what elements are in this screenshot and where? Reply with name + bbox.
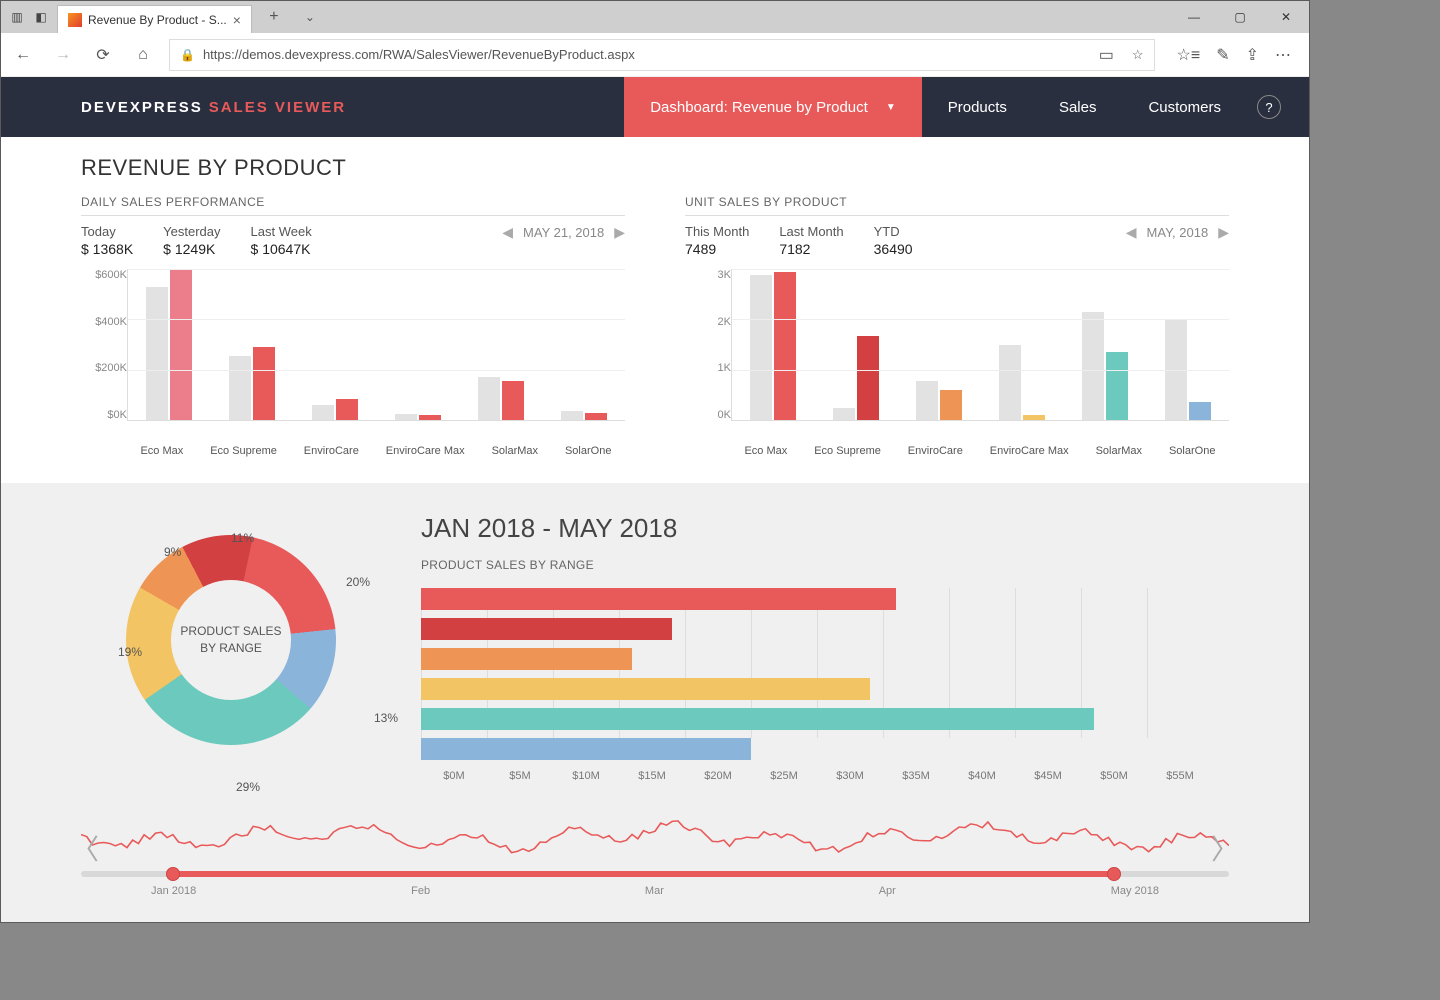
logo: DEVEXPRESS SALES VIEWER — [1, 77, 346, 137]
stat-tm-val: 7489 — [685, 241, 749, 257]
reading-mode-icon[interactable]: ▭ — [1099, 45, 1114, 65]
stat-yest-lbl: Yesterday — [163, 224, 220, 239]
units-date: MAY, 2018 — [1147, 225, 1209, 240]
tab-sidebar-icon[interactable]: ◧ — [33, 9, 49, 25]
tabs-dropdown-icon[interactable]: ⌄ — [296, 10, 324, 24]
menu-dashboard[interactable]: Dashboard: Revenue by Product ▼ — [624, 77, 922, 137]
help-button[interactable]: ? — [1257, 95, 1281, 119]
stat-lw-val: $ 10647K — [251, 241, 312, 257]
units-prev-arrow[interactable]: ◀ — [1126, 224, 1137, 241]
range-handle-start[interactable] — [166, 867, 180, 881]
more-icon[interactable]: ⋯ — [1275, 45, 1291, 65]
menu-dashboard-label: Dashboard: Revenue by Product — [650, 99, 868, 116]
new-tab-button[interactable]: + — [260, 8, 288, 26]
range-selector[interactable]: 〈 〉 Jan 2018FebMarAprMay 2018 — [81, 812, 1229, 902]
units-next-arrow[interactable]: ▶ — [1218, 224, 1229, 241]
refresh-button[interactable]: ⟳ — [89, 41, 117, 69]
notes-icon[interactable]: ✎ — [1216, 45, 1229, 65]
stat-ytd-val: 36490 — [874, 241, 913, 257]
menu-products[interactable]: Products — [922, 77, 1033, 137]
range-subtitle: PRODUCT SALES BY RANGE — [421, 558, 1229, 572]
units-title: UNIT SALES BY PRODUCT — [685, 195, 1229, 209]
stat-lm-val: 7182 — [779, 241, 843, 257]
donut-lbl1: PRODUCT SALES — [180, 623, 281, 640]
daily-date: MAY 21, 2018 — [523, 225, 604, 240]
stat-lw-lbl: Last Week — [251, 224, 312, 239]
stat-ytd-lbl: YTD — [874, 224, 913, 239]
page-title: REVENUE BY PRODUCT — [81, 155, 1229, 181]
close-window-button[interactable]: ✕ — [1263, 1, 1309, 33]
forward-button[interactable]: → — [49, 41, 77, 69]
menu-customers[interactable]: Customers — [1122, 77, 1247, 137]
menu-sales[interactable]: Sales — [1033, 77, 1123, 137]
range-handle-end[interactable] — [1107, 867, 1121, 881]
donut-lbl2: BY RANGE — [200, 640, 262, 657]
favicon-icon — [68, 13, 82, 27]
close-tab-icon[interactable]: × — [233, 12, 241, 28]
maximize-button[interactable]: ▢ — [1217, 1, 1263, 33]
range-left-arrow[interactable]: 〈 — [71, 828, 99, 868]
favorites-icon[interactable]: ☆≡ — [1177, 45, 1201, 65]
daily-title: DAILY SALES PERFORMANCE — [81, 195, 625, 209]
units-chart: 3K2K1K0K — [685, 269, 1229, 439]
tab-title: Revenue By Product - S... — [88, 13, 227, 27]
address-bar: ← → ⟳ ⌂ 🔒 https://demos.devexpress.com/R… — [1, 33, 1309, 77]
titlebar: ▥ ◧ Revenue By Product - S... × + ⌄ — ▢ … — [1, 1, 1309, 33]
stat-today-lbl: Today — [81, 224, 133, 239]
lock-icon: 🔒 — [180, 48, 195, 62]
unit-sales-panel: UNIT SALES BY PRODUCT This Month 7489 Las… — [685, 195, 1229, 457]
history-panel-icon[interactable]: ▥ — [9, 9, 25, 25]
stat-today-val: $ 1368K — [81, 241, 133, 257]
chevron-down-icon: ▼ — [886, 102, 896, 113]
daily-next-arrow[interactable]: ▶ — [614, 224, 625, 241]
daily-sales-panel: DAILY SALES PERFORMANCE Today $ 1368K Yes… — [81, 195, 625, 457]
range-right-arrow[interactable]: 〉 — [1211, 828, 1239, 868]
share-icon[interactable]: ⇪ — [1246, 45, 1259, 65]
donut-chart: PRODUCT SALES BY RANGE 9%11%20%13%29%19% — [81, 513, 381, 745]
app-header: DEVEXPRESS SALES VIEWER Dashboard: Reven… — [1, 77, 1309, 137]
stat-yest-val: $ 1249K — [163, 241, 220, 257]
stat-lm-lbl: Last Month — [779, 224, 843, 239]
url-input[interactable]: 🔒 https://demos.devexpress.com/RWA/Sales… — [169, 39, 1155, 71]
browser-tab[interactable]: Revenue By Product - S... × — [57, 5, 252, 33]
back-button[interactable]: ← — [9, 41, 37, 69]
daily-prev-arrow[interactable]: ◀ — [502, 224, 513, 241]
home-button[interactable]: ⌂ — [129, 41, 157, 69]
daily-chart: $600K$400K$200K$0K — [81, 269, 625, 439]
favorite-icon[interactable]: ☆ — [1132, 47, 1144, 63]
stat-tm-lbl: This Month — [685, 224, 749, 239]
minimize-button[interactable]: — — [1171, 1, 1217, 33]
url-text: https://demos.devexpress.com/RWA/SalesVi… — [203, 47, 635, 62]
hbar-chart — [421, 588, 1229, 764]
range-title: JAN 2018 - MAY 2018 — [421, 513, 1229, 544]
sparkline — [81, 812, 1229, 862]
